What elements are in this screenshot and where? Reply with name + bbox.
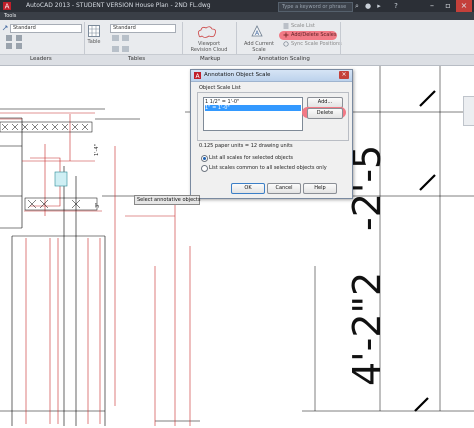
scale-list-button[interactable]: Scale List: [291, 23, 315, 29]
scale-list-item-selected[interactable]: 1" = 1'-0": [205, 105, 301, 111]
radio-list-all-scales-label: List all scales for selected objects: [209, 155, 294, 161]
leader-style-icon[interactable]: [2, 24, 9, 31]
svg-text:3": 3": [95, 203, 101, 208]
add-scale-icon[interactable]: A: [250, 24, 264, 38]
dialog-title: Annotation Object Scale: [204, 72, 271, 78]
ribbon-panel-labels: Leaders Tables Markup Annotation Scaling: [0, 54, 474, 65]
title-bar: A AutoCAD 2013 - STUDENT VERSION House P…: [0, 0, 474, 12]
table-button[interactable]: Table: [84, 39, 104, 45]
radio-list-common-scales-label: List scales common to all selected objec…: [209, 165, 327, 171]
ok-button[interactable]: OK: [231, 183, 265, 194]
leader-style-select[interactable]: Standard: [10, 24, 82, 33]
annotation-object-scale-dialog: A Annotation Object Scale × Object Scale…: [190, 69, 353, 199]
window-title: AutoCAD 2013 - STUDENT VERSION House Pla…: [26, 2, 211, 9]
tab-tools[interactable]: Tools: [4, 12, 16, 20]
dialog-title-bar: A Annotation Object Scale ×: [191, 70, 352, 82]
minimize-button[interactable]: –: [424, 0, 440, 12]
delete-scale-button[interactable]: Delete: [307, 108, 343, 119]
radio-list-all-scales[interactable]: [201, 155, 208, 162]
svg-text:A: A: [5, 3, 10, 11]
maximize-button[interactable]: ▫: [440, 0, 456, 12]
ribbon-tab-bar: Tools: [0, 12, 474, 20]
table-style-select[interactable]: Standard: [110, 24, 176, 33]
object-scale-list-label: Object Scale List: [199, 85, 241, 91]
revision-cloud-icon[interactable]: [196, 25, 218, 39]
help-button[interactable]: Help: [303, 183, 337, 194]
dialog-close-button[interactable]: ×: [339, 71, 349, 79]
sync-scale-positions-button[interactable]: Sync Scale Positions: [291, 41, 342, 47]
panel-label-annotation-scaling: Annotation Scaling: [258, 56, 310, 62]
close-button[interactable]: ×: [456, 0, 472, 12]
sync-scale-positions-icon: [283, 41, 289, 47]
add-delete-scales-button[interactable]: Add/Delete Scales: [291, 32, 336, 38]
panel-label-leaders: Leaders: [30, 56, 52, 62]
viewport-revision-cloud-button[interactable]: Viewport Revision Cloud: [188, 41, 230, 53]
svg-text:4'-2"2: 4'-2"2: [345, 272, 389, 386]
view-cube-panel[interactable]: [463, 96, 474, 126]
scale-list-icon: [283, 23, 289, 29]
sign-in-icon[interactable]: ▸: [375, 2, 383, 10]
table-tools-group: [112, 34, 172, 56]
add-current-scale-button[interactable]: Add Current Scale: [238, 41, 280, 53]
table-icon[interactable]: [88, 25, 100, 37]
command-tooltip: Select annotative objects: [134, 195, 201, 205]
panel-label-markup: Markup: [200, 56, 221, 62]
radio-list-common-scales[interactable]: [201, 165, 208, 172]
units-ratio-text: 0.125 paper units = 12 drawing units: [199, 143, 293, 149]
app-icon[interactable]: A: [3, 2, 11, 11]
search-input[interactable]: Type a keyword or phrase: [278, 2, 353, 12]
leader-tools-group: [4, 34, 44, 50]
help-icon[interactable]: ?: [392, 2, 400, 10]
binoculars-icon[interactable]: ⌕: [353, 2, 361, 10]
dialog-app-icon: A: [194, 72, 201, 80]
add-delete-scales-icon: [283, 32, 289, 38]
panel-label-tables: Tables: [128, 56, 146, 62]
scale-listbox[interactable]: 1 1/2" = 1'-0" 1" = 1'-0": [203, 97, 303, 131]
user-icon[interactable]: ●: [364, 2, 372, 10]
svg-text:1'-4": 1'-4": [94, 144, 100, 156]
cancel-button[interactable]: Cancel: [267, 183, 301, 194]
